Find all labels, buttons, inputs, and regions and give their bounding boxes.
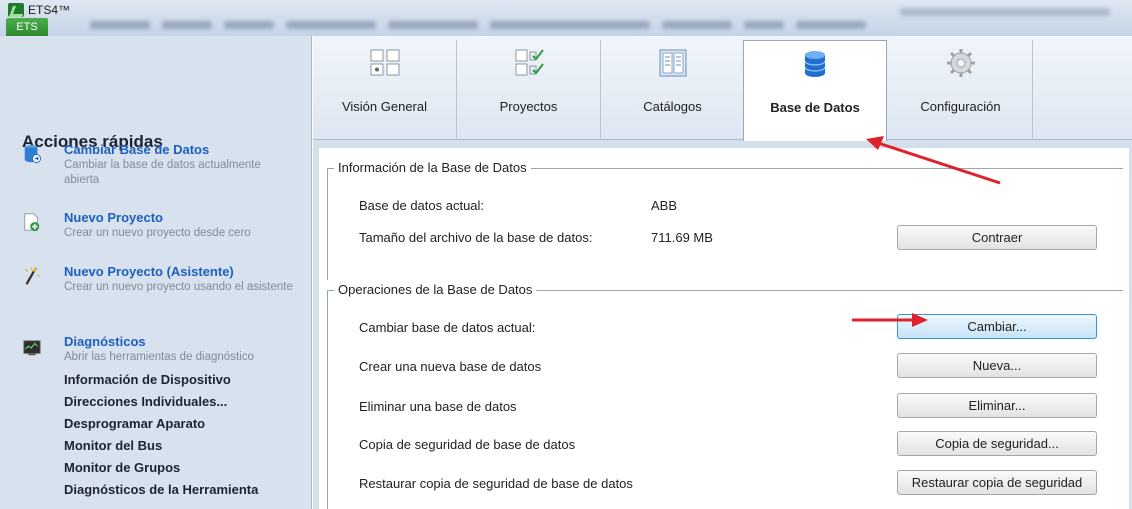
arrow-to-change-button	[852, 313, 928, 327]
arrow-to-database-tab	[866, 136, 1001, 185]
annotation-arrows	[852, 136, 1001, 327]
